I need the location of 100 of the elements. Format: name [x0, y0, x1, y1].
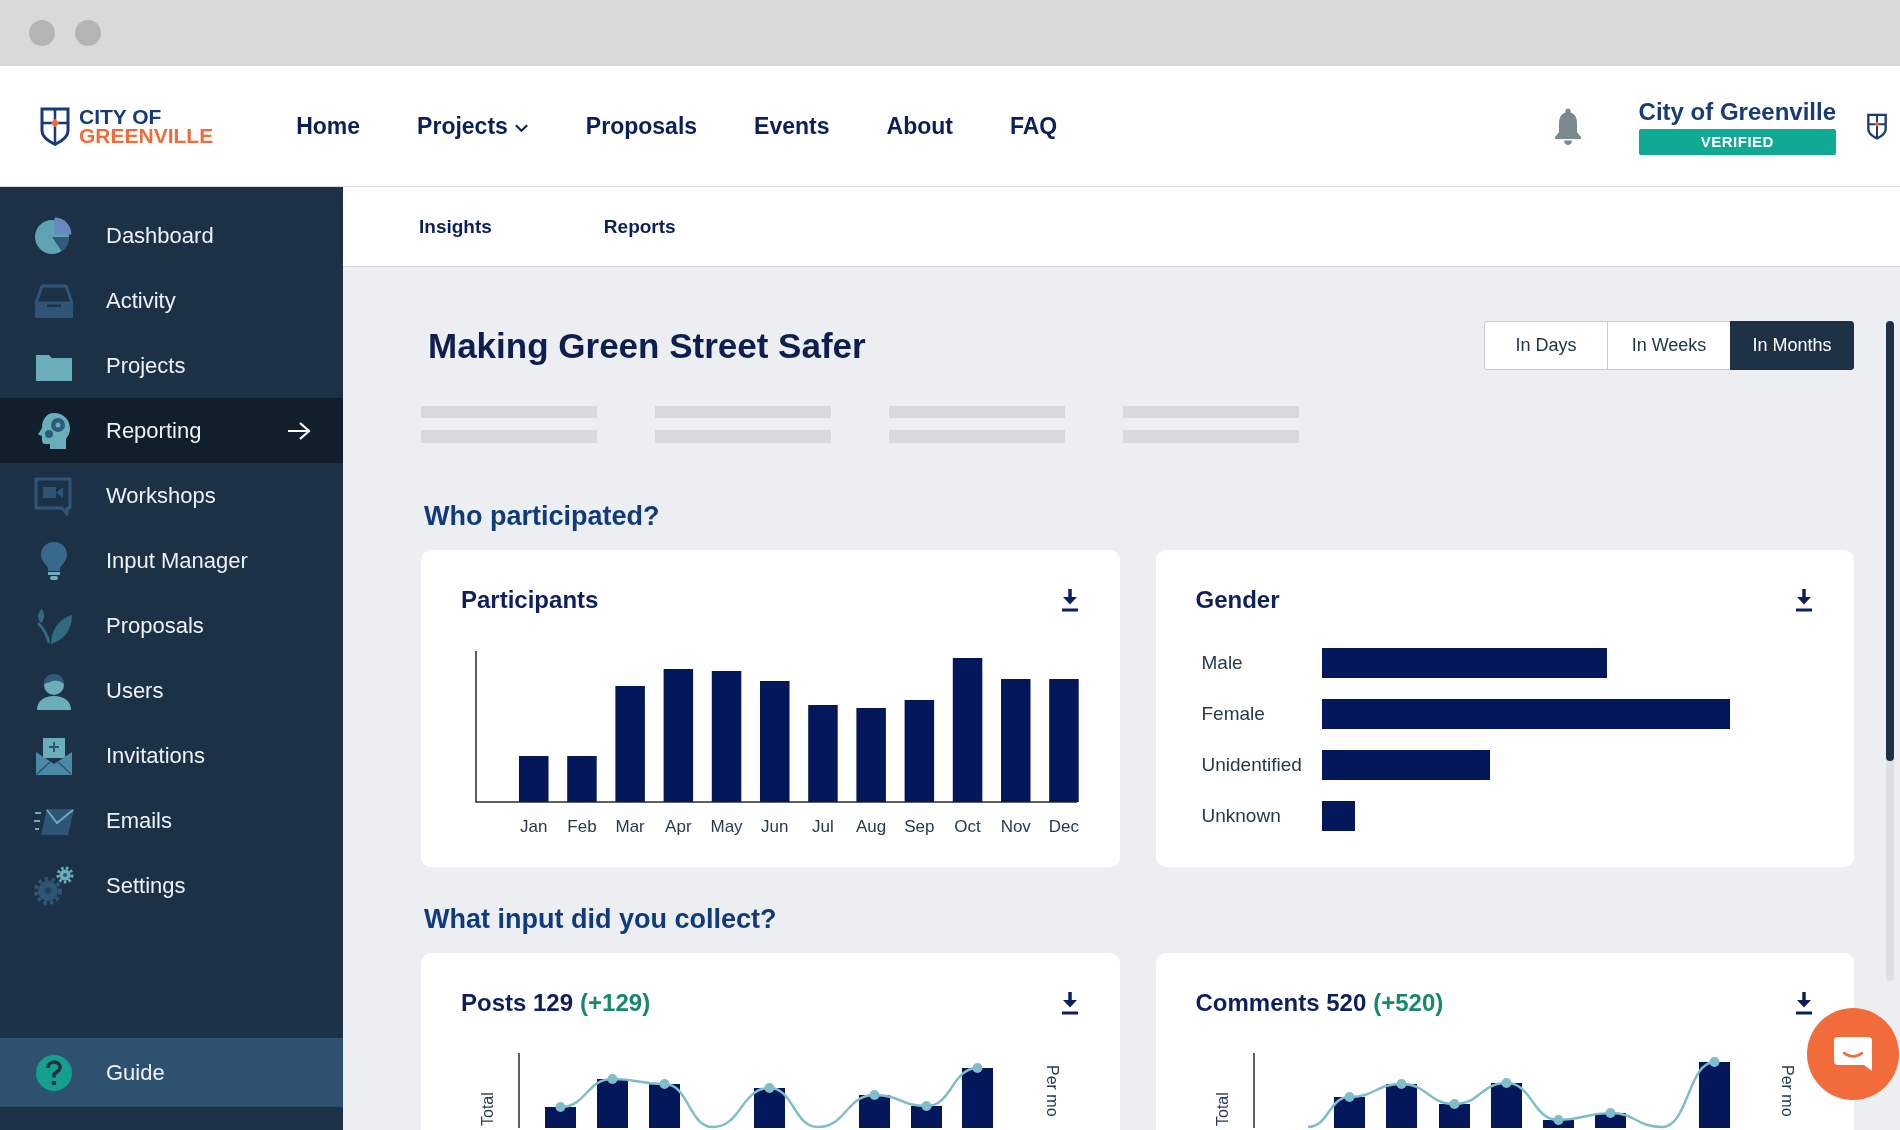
axis-title: Total — [1213, 1092, 1231, 1126]
nav-link[interactable]: Events — [754, 112, 830, 140]
axis-label: Jun — [761, 817, 789, 836]
bar — [962, 1068, 993, 1128]
shield-icon[interactable] — [40, 106, 70, 146]
change-count: (+520) — [1373, 989, 1444, 1017]
nav-link[interactable]: Proposals — [585, 112, 698, 140]
axis-label: Dec — [1048, 817, 1080, 836]
bar — [1698, 1062, 1730, 1128]
axis-label: May — [710, 817, 743, 836]
sidebar-item[interactable]: Invitations — [0, 723, 343, 788]
axis-label: Apr — [665, 817, 692, 836]
data-point — [1344, 1092, 1354, 1102]
download-icon[interactable] — [1061, 588, 1078, 612]
axis-label: Oct — [954, 817, 981, 836]
data-point — [1605, 1108, 1615, 1118]
data-point — [1449, 1099, 1459, 1109]
chat-icon — [1833, 1036, 1873, 1072]
sidebar-item[interactable]: Emails — [0, 788, 343, 853]
bar — [597, 1079, 628, 1128]
data-point — [1709, 1057, 1719, 1067]
data-point — [1553, 1115, 1563, 1125]
axis-label: Sep — [904, 817, 935, 836]
sidebar-item[interactable]: Workshops — [0, 463, 343, 528]
card-title: Gender — [1195, 586, 1280, 614]
video-chat-icon — [33, 475, 75, 516]
sidebar-item[interactable]: Projects — [0, 333, 343, 398]
nav-link[interactable]: About — [886, 112, 953, 140]
axis-title: Per mo — [1044, 1065, 1061, 1117]
data-point — [921, 1101, 932, 1111]
data-point — [972, 1063, 983, 1073]
verified-badge: VERIFIED — [1638, 128, 1836, 155]
bar — [545, 1107, 576, 1128]
shield-icon[interactable] — [1867, 112, 1887, 140]
nav-link[interactable]: Home — [296, 112, 361, 140]
scrollbar-thumb[interactable] — [1886, 321, 1894, 761]
bar — [1321, 801, 1355, 831]
nav-link[interactable]: FAQ — [1009, 112, 1058, 140]
bar-label: Unidentified — [1200, 754, 1303, 776]
data-point — [659, 1079, 670, 1089]
data-point — [1501, 1078, 1511, 1088]
bar — [1333, 1097, 1365, 1128]
bar-label: Female — [1200, 703, 1266, 725]
axis-label: Mar — [615, 817, 645, 836]
logo-text: CITY OF — [79, 107, 163, 126]
data-point — [1396, 1079, 1406, 1089]
bar-label: Unknown — [1200, 805, 1282, 827]
download-icon[interactable] — [1061, 991, 1078, 1015]
sidebar-item[interactable]: Settings — [0, 853, 343, 918]
range-tab[interactable]: In Months — [1730, 321, 1854, 370]
scrollbar-track[interactable] — [1886, 321, 1894, 981]
axis-label: Jul — [812, 817, 834, 836]
data-point — [555, 1102, 566, 1112]
range-tab[interactable]: In Weeks — [1607, 321, 1731, 370]
axis-label: Nov — [1000, 817, 1031, 836]
axis-label: Feb — [567, 817, 597, 836]
change-count: (+129) — [580, 989, 651, 1017]
bell-icon[interactable] — [1552, 107, 1583, 145]
logo-text: GREENVILLE — [79, 126, 214, 145]
sidebar-item[interactable]: Proposals — [0, 593, 343, 658]
nav-link[interactable]: Projects — [417, 112, 529, 140]
axis-title: Per mo — [1778, 1065, 1796, 1117]
section-heading: What input did you collect? — [424, 903, 777, 935]
data-point — [607, 1074, 618, 1084]
account-name[interactable]: City of Greenville — [1638, 97, 1836, 125]
axis-title: Total — [479, 1092, 496, 1126]
section-heading: Who participated? — [424, 500, 660, 532]
bar — [519, 756, 549, 802]
sidebar-item[interactable]: Users — [0, 658, 343, 723]
bar — [754, 1088, 785, 1128]
card-title: Comments 520 — [1195, 989, 1367, 1017]
bar-label: Male — [1200, 652, 1244, 674]
page-title: Making Green Street Safer — [428, 325, 866, 366]
bar — [859, 1095, 890, 1128]
card-title: Posts 129 — [461, 989, 574, 1017]
sidebar-item[interactable]: Input Manager — [0, 528, 343, 593]
subnav-tab[interactable]: Insights — [419, 215, 492, 238]
bar — [649, 1084, 680, 1128]
sidebar-item[interactable]: Guide — [0, 1038, 343, 1107]
bar — [1438, 1104, 1470, 1128]
card-title: Participants — [461, 586, 599, 614]
arrow-right-icon — [287, 420, 311, 441]
bar — [1385, 1084, 1417, 1128]
download-icon[interactable] — [1796, 588, 1812, 612]
bar — [567, 756, 597, 802]
download-icon[interactable] — [1796, 991, 1812, 1015]
data-point — [764, 1083, 775, 1093]
axis-label: Aug — [856, 817, 887, 836]
range-tab[interactable]: In Days — [1484, 321, 1608, 370]
help-icon — [33, 1052, 75, 1093]
settings-icon — [33, 865, 75, 906]
bar — [1490, 1083, 1522, 1128]
axis-label: Jan — [520, 817, 548, 836]
envelope-plus-icon — [33, 735, 75, 776]
data-point — [869, 1090, 880, 1100]
sidebar-item[interactable]: Activity — [0, 268, 343, 333]
sidebar-item[interactable]: Reporting — [0, 398, 343, 463]
sidebar-item[interactable]: Dashboard — [0, 203, 343, 268]
subnav-tab[interactable]: Reports — [603, 215, 676, 238]
bar — [911, 1106, 942, 1128]
